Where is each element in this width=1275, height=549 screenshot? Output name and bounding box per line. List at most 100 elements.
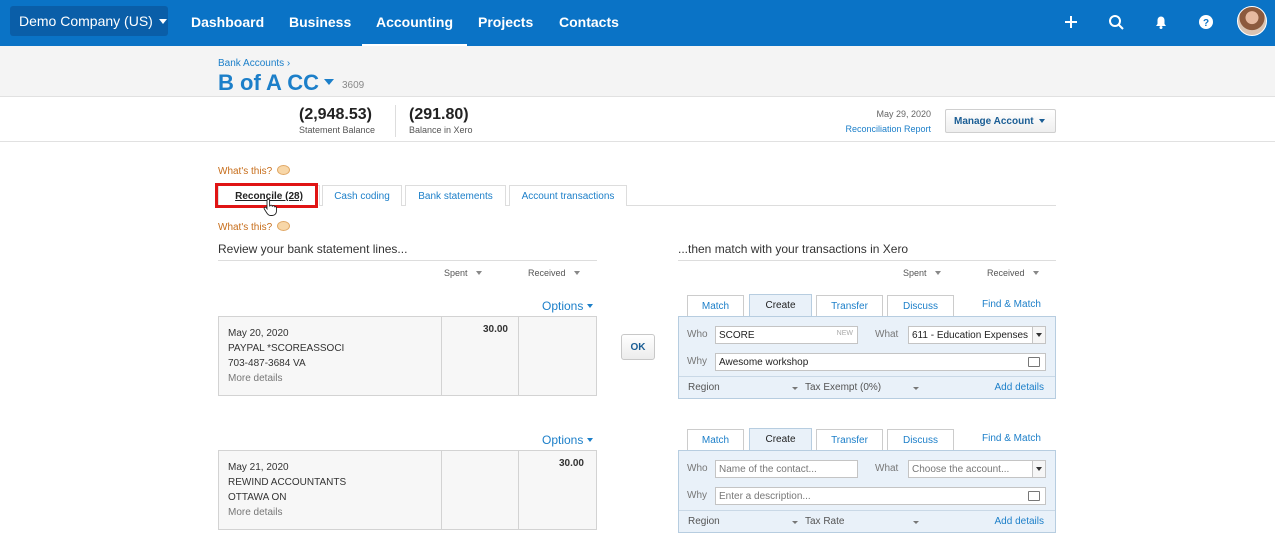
tab-bank-statements[interactable]: Bank statements bbox=[405, 185, 506, 206]
tax-rate-select[interactable]: Tax Exempt (0%) bbox=[805, 382, 920, 393]
what-select[interactable]: 611 - Education Expenses bbox=[908, 326, 1046, 344]
nav-contacts[interactable]: Contacts bbox=[559, 14, 619, 30]
nav-accounting[interactable]: Accounting bbox=[362, 14, 467, 47]
right-section-title: ...then match with your transactions in … bbox=[678, 242, 909, 256]
add-details-link[interactable]: Add details bbox=[995, 382, 1044, 393]
dropdown-arrow-icon bbox=[1032, 461, 1045, 477]
chevron-down-icon bbox=[913, 521, 919, 524]
tab-match[interactable]: Match bbox=[687, 295, 744, 316]
whats-this-label: What's this? bbox=[218, 222, 273, 233]
search-icon[interactable] bbox=[1105, 11, 1127, 33]
spent-column-header[interactable]: Spent bbox=[444, 268, 482, 278]
tab-cash-coding[interactable]: Cash coding bbox=[322, 185, 402, 206]
spent-column-header[interactable]: Spent bbox=[903, 268, 941, 278]
add-details-link[interactable]: Add details bbox=[995, 516, 1044, 527]
nav-projects[interactable]: Projects bbox=[478, 14, 533, 30]
tab-transfer[interactable]: Transfer bbox=[816, 429, 883, 450]
breadcrumb[interactable]: Bank Accounts › bbox=[218, 58, 290, 69]
create-panel: Who SCORE NEW What 611 - Education Expens… bbox=[678, 316, 1056, 399]
reconciliation-date: May 29, 2020 bbox=[876, 109, 931, 119]
divider bbox=[218, 260, 597, 261]
account-dropdown-icon[interactable] bbox=[324, 79, 334, 85]
options-link[interactable]: Options bbox=[542, 433, 594, 447]
who-input[interactable]: Name of the contact... bbox=[715, 460, 858, 478]
why-value: Enter a description... bbox=[719, 491, 811, 502]
notes-icon bbox=[1028, 491, 1040, 501]
chevron-down-icon bbox=[792, 521, 798, 524]
tab-discuss[interactable]: Discuss bbox=[887, 429, 954, 450]
options-label: Options bbox=[542, 433, 584, 447]
tax-rate-value: Tax Exempt (0%) bbox=[805, 382, 882, 393]
tab-create[interactable]: Create bbox=[749, 428, 812, 451]
panel-footer: Region Tax Rate Add details bbox=[679, 510, 1055, 532]
chevron-down-icon bbox=[587, 304, 594, 308]
manage-account-button[interactable]: Manage Account bbox=[945, 109, 1056, 133]
speech-bubble-icon bbox=[277, 221, 291, 231]
find-match-link[interactable]: Find & Match bbox=[982, 433, 1041, 444]
page-title: B of A CC bbox=[218, 70, 320, 95]
bell-icon[interactable] bbox=[1150, 11, 1172, 33]
new-contact-badge: NEW bbox=[836, 330, 853, 337]
statement-balance: (2,948.53) Statement Balance bbox=[299, 106, 375, 135]
more-details-link[interactable]: More details bbox=[228, 371, 441, 386]
whats-this-link[interactable]: What's this? bbox=[218, 221, 291, 233]
statement-balance-label: Statement Balance bbox=[299, 125, 376, 135]
tax-rate-select[interactable]: Tax Rate bbox=[805, 516, 920, 527]
sort-icon bbox=[573, 271, 580, 275]
notes-icon bbox=[1028, 357, 1040, 367]
xero-balance-label: Balance in Xero bbox=[409, 125, 473, 135]
help-icon[interactable]: ? bbox=[1195, 11, 1217, 33]
who-input[interactable]: SCORE NEW bbox=[715, 326, 858, 344]
region-select[interactable]: Region bbox=[688, 516, 801, 527]
balance-bar: (2,948.53) Statement Balance (291.80) Ba… bbox=[0, 96, 1275, 142]
statement-reference: 703-487-3684 VA bbox=[228, 358, 306, 369]
nav-dashboard[interactable]: Dashboard bbox=[191, 14, 264, 30]
account-number: 3609 bbox=[342, 80, 365, 91]
plus-icon[interactable] bbox=[1060, 11, 1082, 33]
received-column-header[interactable]: Received bbox=[987, 268, 1039, 278]
received-column-header[interactable]: Received bbox=[528, 268, 580, 278]
org-switcher[interactable]: Demo Company (US) bbox=[10, 6, 168, 36]
nav-business[interactable]: Business bbox=[289, 14, 351, 30]
what-label: What bbox=[875, 463, 899, 474]
statement-reference: OTTAWA ON bbox=[228, 492, 287, 503]
xero-balance: (291.80) Balance in Xero bbox=[409, 106, 473, 135]
page-header: Bank Accounts › B of A CC 3609 bbox=[0, 46, 1275, 96]
sort-icon bbox=[475, 271, 482, 275]
why-label: Why bbox=[687, 490, 707, 501]
why-input[interactable]: Enter a description... bbox=[715, 487, 1046, 505]
options-label: Options bbox=[542, 299, 584, 313]
more-details-link[interactable]: More details bbox=[228, 505, 441, 520]
find-match-link[interactable]: Find & Match bbox=[982, 299, 1041, 310]
avatar[interactable] bbox=[1237, 6, 1267, 36]
tab-match[interactable]: Match bbox=[687, 429, 744, 450]
tab-account-transactions[interactable]: Account transactions bbox=[509, 185, 627, 206]
chevron-down-icon bbox=[587, 438, 594, 442]
tab-discuss[interactable]: Discuss bbox=[887, 295, 954, 316]
tab-create[interactable]: Create bbox=[749, 294, 812, 317]
chevron-down-icon bbox=[792, 387, 798, 390]
statement-balance-amount: (2,948.53) bbox=[299, 106, 372, 123]
whats-this-link[interactable]: What's this? bbox=[218, 165, 291, 177]
options-link[interactable]: Options bbox=[542, 299, 594, 313]
divider bbox=[678, 260, 1056, 261]
sort-icon bbox=[1032, 271, 1039, 275]
why-value: Awesome workshop bbox=[719, 357, 809, 368]
ok-button[interactable]: OK bbox=[621, 334, 655, 360]
what-select[interactable]: Choose the account... bbox=[908, 460, 1046, 478]
tax-rate-value: Tax Rate bbox=[805, 516, 845, 527]
statement-spent: 30.00 bbox=[441, 317, 518, 395]
region-select[interactable]: Region bbox=[688, 382, 801, 393]
why-label: Why bbox=[687, 356, 707, 367]
chevron-down-icon bbox=[158, 19, 167, 24]
chevron-down-icon bbox=[1038, 119, 1045, 123]
tab-transfer[interactable]: Transfer bbox=[816, 295, 883, 316]
what-value: 611 - Education Expenses bbox=[912, 330, 1029, 341]
why-input[interactable]: Awesome workshop bbox=[715, 353, 1046, 371]
chevron-down-icon bbox=[913, 387, 919, 390]
reconciliation-report-link[interactable]: Reconciliation Report bbox=[845, 124, 931, 134]
dropdown-arrow-icon bbox=[1032, 327, 1045, 343]
manage-account-label: Manage Account bbox=[954, 116, 1034, 127]
statement-payee: REWIND ACCOUNTANTS bbox=[228, 477, 347, 488]
what-value: Choose the account... bbox=[912, 464, 1010, 475]
